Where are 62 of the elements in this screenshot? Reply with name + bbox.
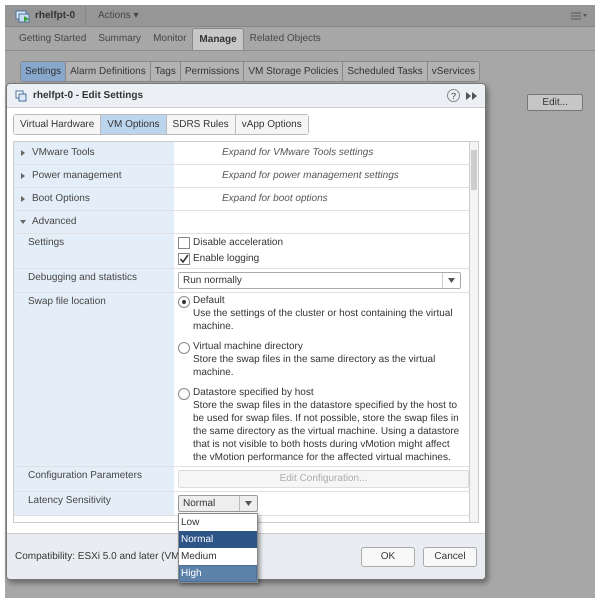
option-description: Store the swap files in the same directory as the virtual machine. — [193, 353, 436, 379]
hint-text: Expand for power management settings — [221, 170, 400, 182]
help-icon[interactable]: ? — [447, 89, 460, 102]
dialog-button[interactable]: OK — [361, 546, 415, 566]
radio-button[interactable] — [178, 342, 190, 354]
hint-text: Expand for VMware Tools settings — [221, 147, 374, 159]
object-title: rhelfpt-0 — [35, 10, 75, 22]
checkbox-label: Enable logging — [193, 253, 260, 265]
dialog-button[interactable]: Cancel — [423, 546, 477, 566]
row-label[interactable]: Advanced — [32, 216, 76, 228]
scrollbar[interactable] — [469, 142, 478, 522]
edit-button[interactable]: Edit... — [527, 94, 583, 111]
dialog-tab[interactable]: VM Options — [101, 115, 167, 134]
dropdown-option[interactable]: Low — [179, 514, 257, 531]
collapsed-arrow-icon[interactable] — [20, 196, 26, 202]
radio-label: Datastore specified by host — [193, 387, 315, 399]
checkbox[interactable] — [178, 237, 190, 249]
sub-tab[interactable]: Permissions — [180, 62, 244, 81]
latency-select[interactable]: Normal — [178, 495, 258, 512]
option-description: Store the swap files in the datastore specified by the host to be used for swap files. If not possible, store the swap files in the same directory as the virtual machine. Using a datastore that is not visible to both hosts during vMotion might affect the vMotion performance for the affected virtual machines. — [193, 399, 460, 464]
row-label: Swap file location — [28, 296, 106, 308]
dialog-title: rhelfpt-0 - Edit Settings — [33, 90, 143, 102]
vm-icon — [15, 8, 31, 22]
caret-icon — [448, 278, 455, 283]
vm-icon — [15, 90, 27, 102]
row-label: Latency Sensitivity — [28, 495, 111, 507]
tab[interactable]: Related Objects — [244, 28, 327, 50]
sub-tab[interactable]: Scheduled Tasks — [343, 62, 428, 81]
dropdown-option[interactable]: Medium — [179, 548, 257, 565]
row-label[interactable]: Boot Options — [32, 193, 90, 205]
row-label: Configuration Parameters — [28, 470, 142, 482]
collapsed-arrow-icon[interactable] — [20, 173, 26, 179]
checkbox-label: Disable acceleration — [193, 237, 284, 249]
collapsed-arrow-icon[interactable] — [20, 150, 26, 156]
radio-button[interactable] — [178, 296, 190, 308]
radio-button[interactable] — [178, 388, 190, 400]
sub-tab[interactable]: Settings — [21, 62, 66, 81]
tab[interactable]: Summary — [92, 28, 148, 50]
dialog-tab[interactable]: vApp Options — [236, 115, 308, 134]
dropdown-option[interactable]: Normal — [179, 531, 257, 548]
row-label: Debugging and statistics — [28, 272, 137, 284]
caret-icon — [245, 501, 252, 506]
row-label: Settings — [28, 237, 64, 249]
checkbox[interactable] — [178, 253, 190, 265]
dialog-tab[interactable]: Virtual Hardware — [14, 115, 102, 134]
sub-tab[interactable]: vServices — [428, 62, 480, 81]
menu-icon[interactable] — [571, 12, 587, 20]
tab[interactable]: Getting Started — [13, 28, 92, 50]
sub-tab[interactable]: Tags — [150, 62, 181, 81]
fast-forward-icon[interactable] — [466, 92, 477, 100]
radio-label: Default — [193, 295, 226, 307]
tab[interactable]: Manage — [192, 28, 244, 50]
hint-text: Expand for boot options — [221, 193, 329, 205]
sub-tab[interactable]: Alarm Definitions — [66, 62, 151, 81]
dropdown-option[interactable]: High — [179, 565, 257, 582]
tab[interactable]: Monitor — [147, 28, 192, 50]
dialog-tab[interactable]: SDRS Rules — [166, 115, 236, 134]
sub-tab[interactable]: VM Storage Policies — [244, 62, 344, 81]
expanded-arrow-icon[interactable] — [20, 219, 26, 225]
option-description: Use the settings of the cluster or host containing the virtual machine. — [193, 307, 454, 333]
debugging-select[interactable]: Run normally — [178, 272, 461, 289]
radio-label: Virtual machine directory — [193, 341, 304, 353]
